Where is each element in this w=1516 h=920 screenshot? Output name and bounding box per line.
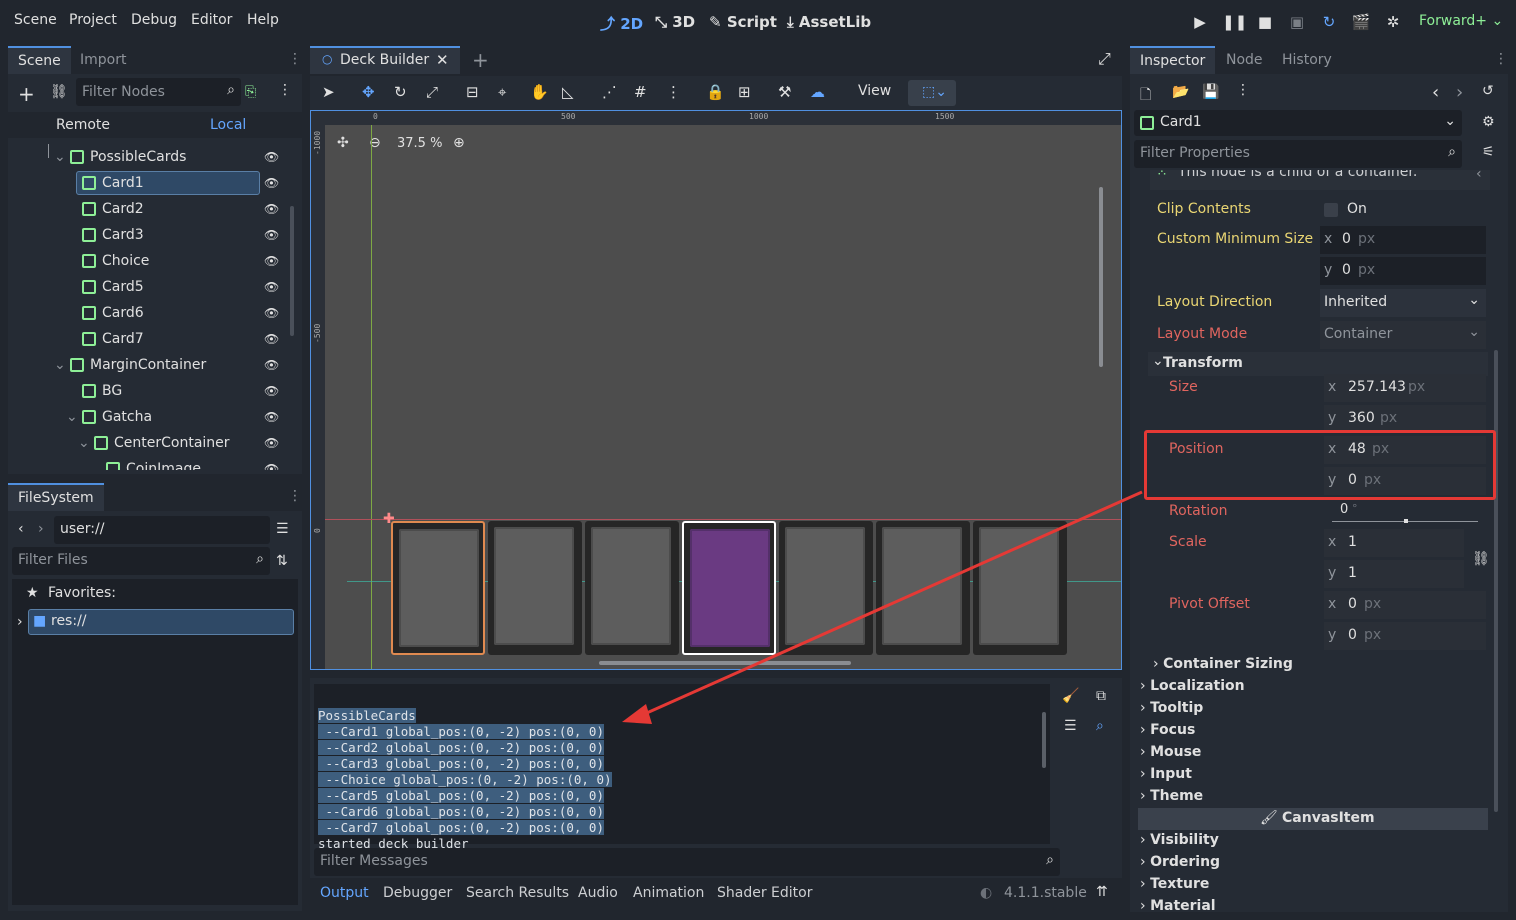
annotation-arrow bbox=[622, 490, 1143, 724]
annotation-arrow-line bbox=[639, 490, 1143, 718]
annotation-arrow-head bbox=[622, 704, 652, 724]
